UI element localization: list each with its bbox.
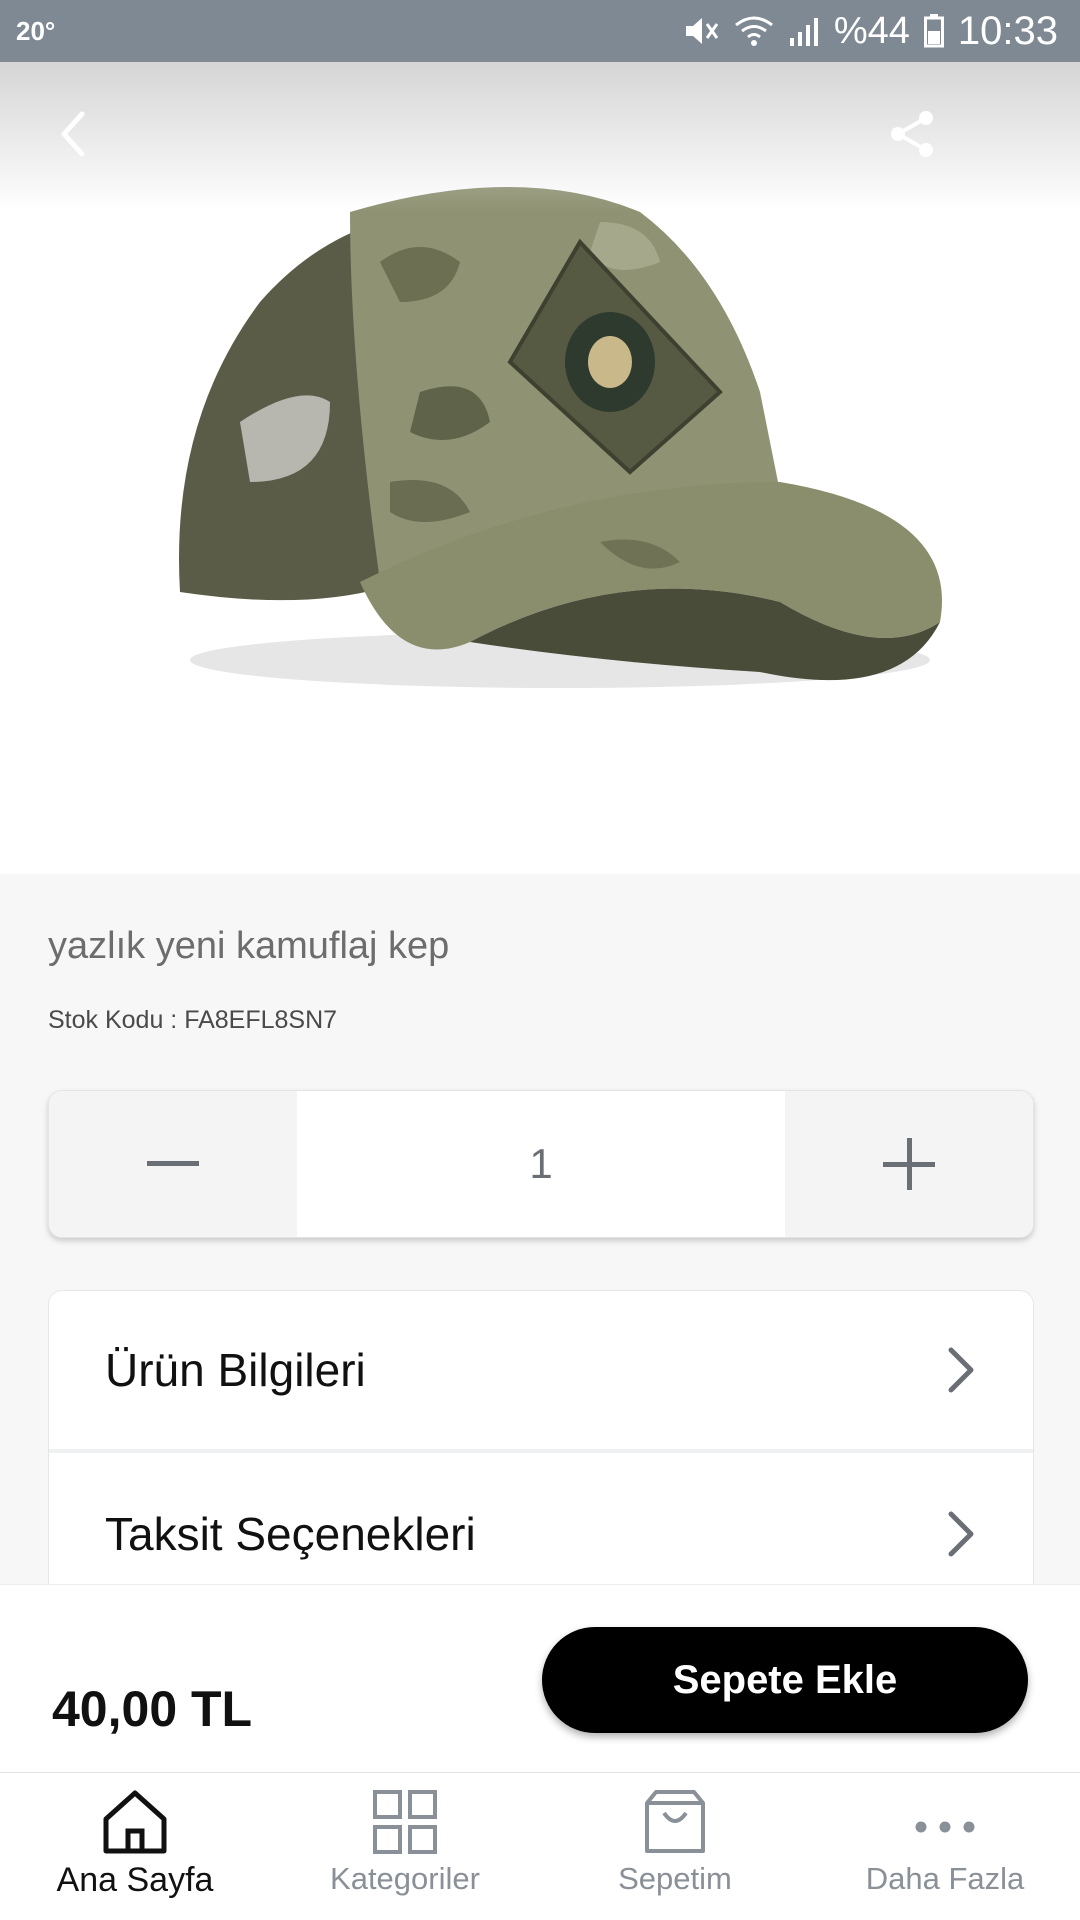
battery-percent: %44 <box>833 9 910 52</box>
product-info-row[interactable]: Ürün Bilgileri <box>49 1291 1033 1453</box>
product-price: 40,00 TL <box>52 1681 253 1737</box>
product-detail-screen: 20° %44 10:33 yazlık yeni kamuflaj kep S… <box>0 0 1080 1920</box>
nav-home-label: Ana Sayfa <box>56 1861 214 1899</box>
signal-icon <box>788 16 820 46</box>
chevron-left-icon <box>61 111 85 157</box>
share-icon <box>891 111 933 157</box>
bag-icon <box>645 1790 705 1853</box>
bottom-navigation: Ana Sayfa Kategoriler Sepetim Daha Fazla <box>0 1772 1080 1920</box>
status-bar: 20° %44 10:33 <box>0 0 1080 62</box>
clock: 10:33 <box>957 8 1058 53</box>
battery-icon <box>923 14 944 48</box>
mute-icon <box>682 14 720 48</box>
home-icon <box>103 1790 167 1854</box>
installment-options-label: Taksit Seçenekleri <box>105 1508 476 1560</box>
product-info-card: Ürün Bilgileri Taksit Seçenekleri <box>48 1290 1034 1590</box>
quantity-stepper: 1 <box>48 1090 1034 1238</box>
status-icons: %44 10:33 <box>682 9 1058 54</box>
nav-more[interactable]: Daha Fazla <box>810 1773 1080 1920</box>
chevron-right-icon <box>948 1511 974 1557</box>
installment-options-row[interactable]: Taksit Seçenekleri <box>49 1453 1033 1589</box>
nav-categories[interactable]: Kategoriler <box>270 1773 540 1920</box>
plus-icon <box>883 1138 935 1190</box>
quantity-value[interactable]: 1 <box>297 1091 785 1237</box>
increase-quantity-button[interactable] <box>785 1091 1033 1237</box>
back-button[interactable] <box>38 98 110 170</box>
product-info-label: Ürün Bilgileri <box>105 1344 366 1396</box>
nav-more-label: Daha Fazla <box>865 1861 1025 1896</box>
more-icon <box>915 1821 975 1833</box>
wifi-icon <box>734 15 774 47</box>
nav-categories-label: Kategoriler <box>330 1861 480 1896</box>
decrease-quantity-button[interactable] <box>49 1091 297 1237</box>
product-title: yazlık yeni kamuflaj kep <box>48 925 450 967</box>
nav-home[interactable]: Ana Sayfa <box>0 1773 270 1920</box>
temperature-indicator: 20° <box>16 15 56 46</box>
grid-icon <box>373 1790 437 1854</box>
price-bar: 40,00 TL Sepete Ekle <box>0 1584 1080 1772</box>
chevron-right-icon <box>948 1347 974 1393</box>
add-to-cart-button[interactable]: Sepete Ekle <box>542 1627 1028 1733</box>
product-image-area <box>0 62 1080 874</box>
nav-cart[interactable]: Sepetim <box>540 1773 810 1920</box>
stock-code: Stok Kodu : FA8EFL8SN7 <box>48 1006 338 1034</box>
share-button[interactable] <box>876 98 948 170</box>
minus-icon <box>147 1161 199 1166</box>
nav-cart-label: Sepetim <box>618 1861 732 1896</box>
